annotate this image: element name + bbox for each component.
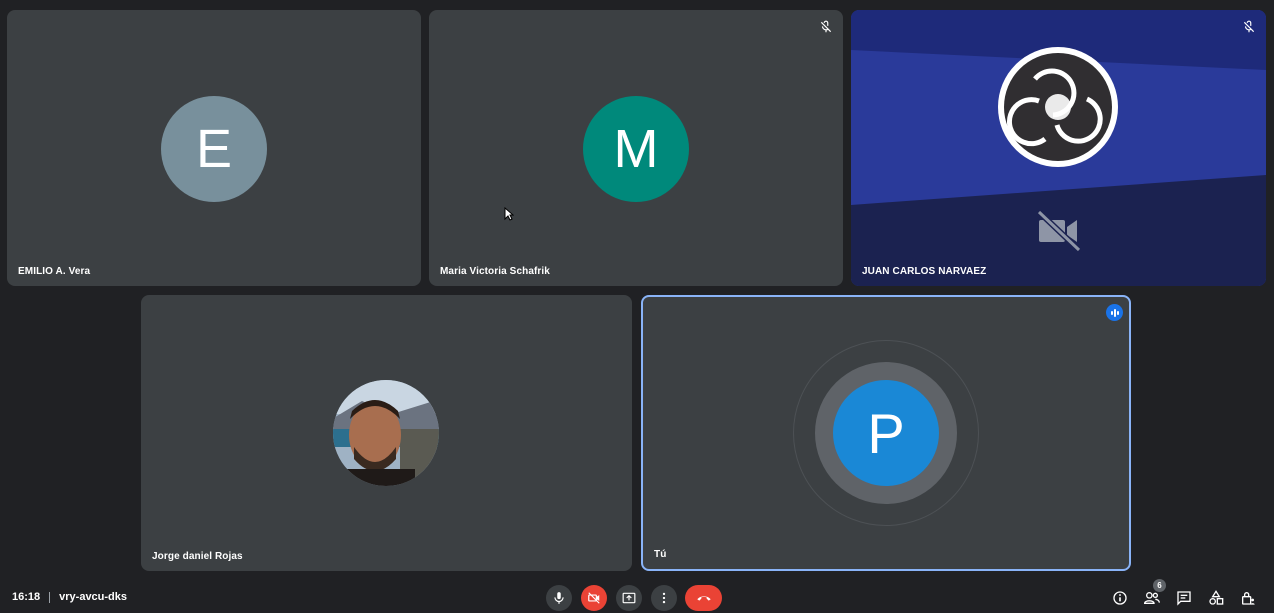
avatar-initial: E xyxy=(195,119,233,179)
avatar-initial: M xyxy=(613,119,659,179)
clock-time: 16:18 xyxy=(12,591,41,603)
camera-off-icon xyxy=(1036,209,1082,253)
participant-name: Jorge daniel Rojas xyxy=(152,551,243,562)
host-controls-button[interactable] xyxy=(1239,589,1257,607)
participant-name: Maria Victoria Schafrik xyxy=(440,266,550,277)
avatar-maria: M xyxy=(583,96,689,202)
camera-off-icon xyxy=(588,592,600,604)
avatar-self: P xyxy=(833,380,939,486)
participant-tile-maria[interactable]: M Maria Victoria Schafrik xyxy=(429,10,843,286)
chat-button[interactable] xyxy=(1175,589,1193,607)
participant-tile-self[interactable]: P Tú xyxy=(641,295,1131,571)
more-options-button[interactable] xyxy=(651,585,677,611)
present-screen-icon xyxy=(622,592,636,604)
divider xyxy=(49,591,51,603)
bottom-control-bar: 16:18 vry-avcu-dks xyxy=(0,579,1274,613)
shapes-icon xyxy=(1209,590,1224,605)
lock-person-icon xyxy=(1242,592,1255,605)
microphone-button[interactable] xyxy=(546,585,572,611)
meeting-info: 16:18 vry-avcu-dks xyxy=(12,591,127,603)
profile-photo xyxy=(333,380,439,486)
participant-tile-jorge[interactable]: Jorge daniel Rojas xyxy=(141,295,632,571)
microphone-icon xyxy=(554,592,564,604)
info-icon xyxy=(1113,591,1127,605)
avatar-emilio: E xyxy=(161,96,267,202)
participant-name: EMILIO A. Vera xyxy=(18,266,91,277)
more-vert-icon xyxy=(662,592,666,604)
mic-off-icon xyxy=(1243,20,1255,33)
participants-count-badge: 6 xyxy=(1153,579,1166,592)
camera-toggle-button[interactable] xyxy=(581,585,607,611)
participant-name: Tú xyxy=(654,549,667,560)
mouse-cursor-icon xyxy=(504,207,514,221)
meeting-details-button[interactable] xyxy=(1111,589,1129,607)
participant-name: JUAN CARLOS NARVAEZ xyxy=(862,266,987,277)
present-screen-button[interactable] xyxy=(616,585,642,611)
leave-call-button[interactable] xyxy=(685,585,722,611)
obs-logo-icon xyxy=(998,47,1118,167)
chat-icon xyxy=(1177,591,1191,606)
activities-button[interactable] xyxy=(1207,589,1225,607)
participant-tile-emilio[interactable]: E EMILIO A. Vera xyxy=(7,10,421,286)
people-icon xyxy=(1143,592,1160,604)
meeting-code: vry-avcu-dks xyxy=(59,591,128,603)
avatar-initial: P xyxy=(867,401,905,465)
participant-tile-juan[interactable]: JUAN CARLOS NARVAEZ xyxy=(851,10,1266,286)
speaking-indicator-icon xyxy=(1106,304,1123,321)
mic-off-icon xyxy=(820,20,832,33)
hang-up-icon xyxy=(696,596,711,601)
